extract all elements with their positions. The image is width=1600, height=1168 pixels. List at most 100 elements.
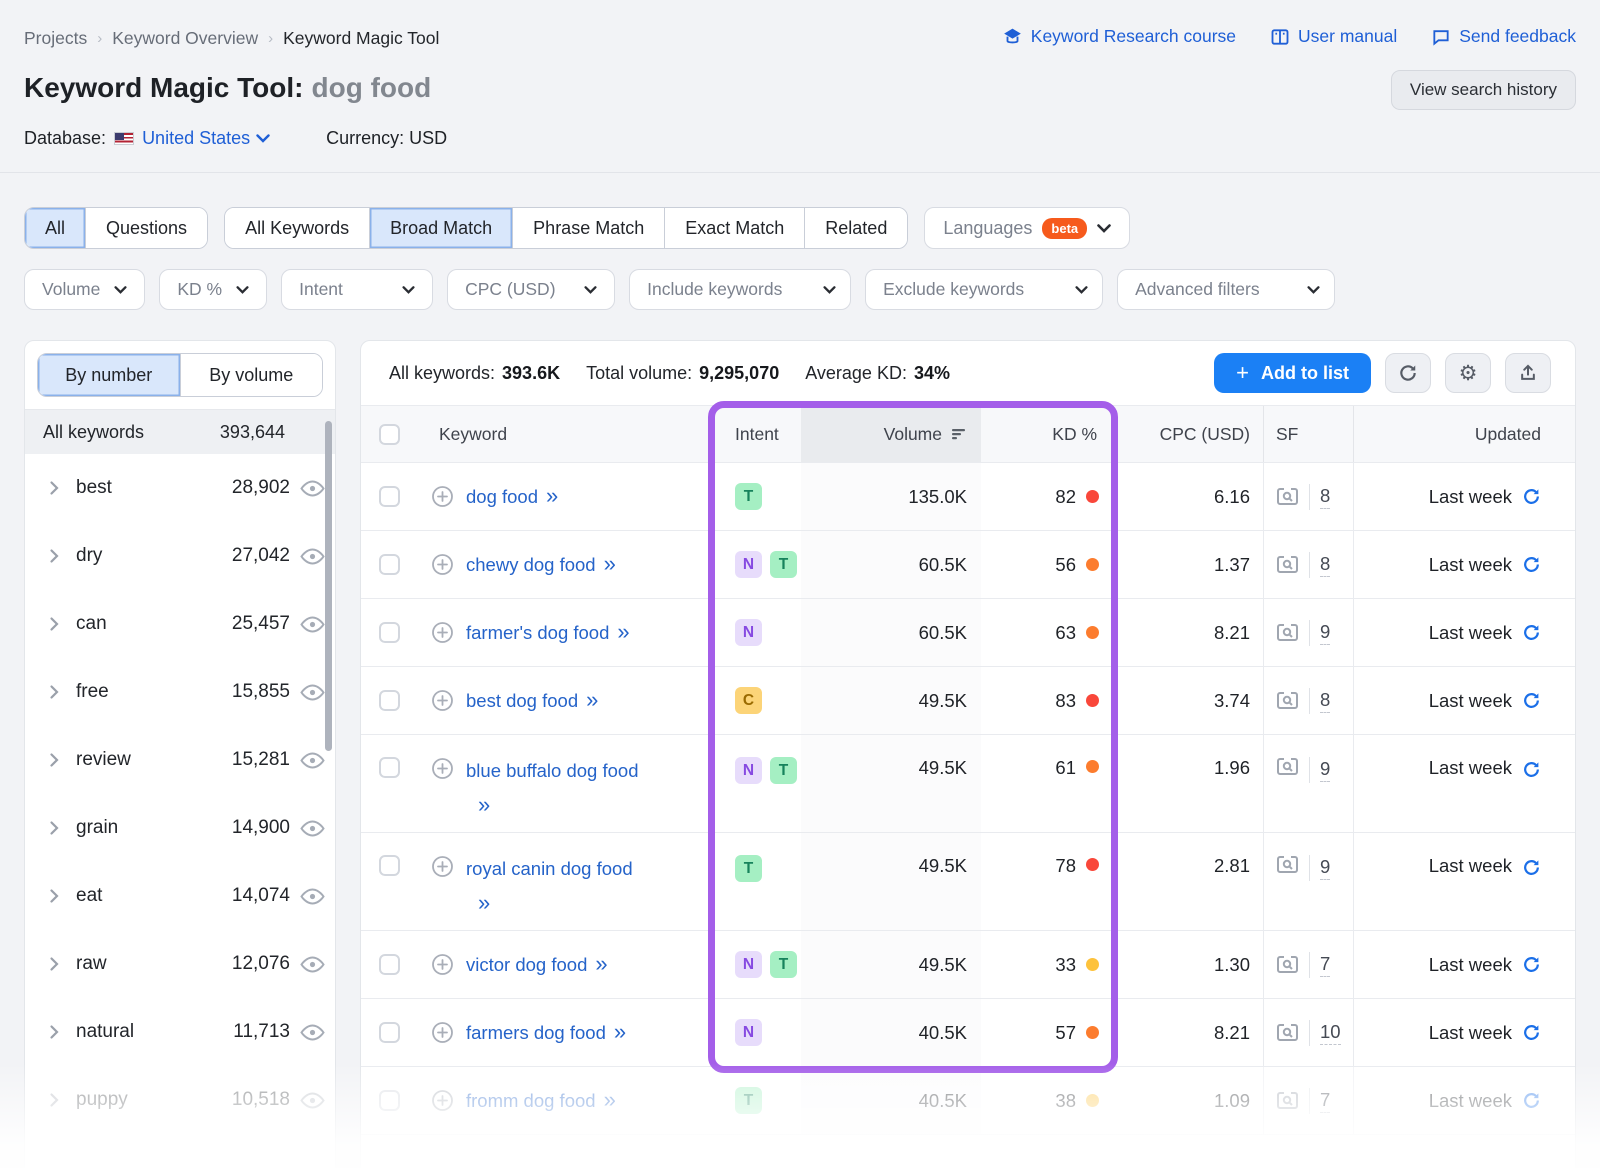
keyword-link[interactable]: best dog food — [466, 690, 578, 711]
serp-preview-icon[interactable] — [1276, 1023, 1299, 1042]
tab-questions[interactable]: Questions — [85, 208, 207, 248]
serp-features-count[interactable]: 8 — [1320, 688, 1330, 713]
chevron-right-icon[interactable] — [49, 684, 60, 700]
keyword-research-course-link[interactable]: Keyword Research course — [1002, 26, 1236, 47]
add-keyword-icon[interactable] — [431, 553, 454, 576]
keyword-link[interactable]: royal canin dog food — [466, 858, 633, 879]
sidebar-group-item[interactable]: best28,902 — [25, 454, 335, 522]
tab-related[interactable]: Related — [804, 208, 907, 248]
chevron-right-icon[interactable] — [49, 956, 60, 972]
row-checkbox[interactable] — [379, 554, 400, 575]
refresh-metrics-icon[interactable] — [1522, 487, 1541, 506]
serp-preview-icon[interactable] — [1276, 1091, 1299, 1110]
eye-icon[interactable] — [300, 480, 325, 497]
add-keyword-icon[interactable] — [431, 689, 454, 712]
row-checkbox[interactable] — [379, 757, 400, 778]
breadcrumb-projects[interactable]: Projects — [24, 28, 87, 49]
row-checkbox[interactable] — [379, 954, 400, 975]
row-checkbox[interactable] — [379, 690, 400, 711]
refresh-metrics-icon[interactable] — [1522, 955, 1541, 974]
keyword-link[interactable]: farmers dog food — [466, 1022, 606, 1043]
sidebar-group-item[interactable]: puppy10,518 — [25, 1066, 335, 1134]
serp-features-count[interactable]: 10 — [1320, 1020, 1341, 1045]
serp-features-count[interactable]: 8 — [1320, 484, 1330, 509]
tab-by-number[interactable]: By number — [38, 354, 180, 396]
serp-features-count[interactable]: 8 — [1320, 552, 1330, 577]
sidebar-scrollbar[interactable] — [325, 421, 332, 751]
serp-features-count[interactable]: 9 — [1320, 757, 1330, 782]
export-button[interactable] — [1505, 353, 1551, 393]
sidebar-group-item[interactable]: dry27,042 — [25, 522, 335, 590]
chevron-right-icon[interactable] — [49, 480, 60, 496]
refresh-metrics-icon[interactable] — [1522, 555, 1541, 574]
eye-icon[interactable] — [300, 616, 325, 633]
expand-keyword-icon[interactable]: » — [604, 1087, 616, 1112]
add-keyword-icon[interactable] — [431, 1089, 454, 1112]
sidebar-group-item[interactable]: can25,457 — [25, 590, 335, 658]
view-search-history-button[interactable]: View search history — [1391, 70, 1576, 110]
add-to-list-button[interactable]: + Add to list — [1214, 353, 1371, 393]
user-manual-link[interactable]: User manual — [1270, 26, 1397, 47]
tab-phrase-match[interactable]: Phrase Match — [512, 208, 664, 248]
filter-intent[interactable]: Intent — [281, 269, 433, 310]
keyword-link[interactable]: victor dog food — [466, 954, 587, 975]
sidebar-group-item[interactable]: natural11,713 — [25, 998, 335, 1066]
sidebar-group-item[interactable]: grain14,900 — [25, 794, 335, 862]
serp-preview-icon[interactable] — [1276, 955, 1299, 974]
settings-button[interactable]: ⚙ — [1445, 353, 1491, 393]
add-keyword-icon[interactable] — [431, 953, 454, 976]
filter-advanced[interactable]: Advanced filters — [1117, 269, 1335, 310]
serp-preview-icon[interactable] — [1276, 555, 1299, 574]
filter-exclude-keywords[interactable]: Exclude keywords — [865, 269, 1103, 310]
add-keyword-icon[interactable] — [431, 757, 454, 780]
row-checkbox[interactable] — [379, 855, 400, 876]
row-checkbox[interactable] — [379, 1022, 400, 1043]
sidebar-group-item[interactable]: review15,281 — [25, 726, 335, 794]
eye-icon[interactable] — [300, 548, 325, 565]
serp-preview-icon[interactable] — [1276, 487, 1299, 506]
keyword-link[interactable]: chewy dog food — [466, 554, 596, 575]
sort-descending-icon[interactable] — [952, 428, 967, 440]
add-keyword-icon[interactable] — [431, 621, 454, 644]
serp-features-count[interactable]: 9 — [1320, 855, 1330, 880]
expand-keyword-icon[interactable]: » — [614, 1019, 626, 1044]
tab-by-volume[interactable]: By volume — [180, 354, 323, 396]
keyword-link[interactable]: farmer's dog food — [466, 622, 609, 643]
eye-icon[interactable] — [300, 1024, 325, 1041]
languages-dropdown[interactable]: Languages beta — [924, 207, 1130, 249]
database-selector[interactable]: United States — [142, 128, 270, 149]
eye-icon[interactable] — [300, 684, 325, 701]
eye-icon[interactable] — [300, 956, 325, 973]
chevron-right-icon[interactable] — [49, 1024, 60, 1040]
keyword-link[interactable]: dog food — [466, 486, 538, 507]
select-all-checkbox[interactable] — [379, 424, 400, 445]
eye-icon[interactable] — [300, 888, 325, 905]
eye-icon[interactable] — [300, 820, 325, 837]
expand-keyword-icon[interactable]: » — [617, 619, 629, 644]
filter-kd[interactable]: KD % — [159, 269, 267, 310]
chevron-right-icon[interactable] — [49, 616, 60, 632]
tab-all-keywords[interactable]: All Keywords — [225, 208, 369, 248]
expand-keyword-icon[interactable]: » — [546, 483, 558, 508]
tab-all[interactable]: All — [25, 208, 85, 248]
breadcrumb-keyword-overview[interactable]: Keyword Overview — [112, 28, 258, 49]
serp-preview-icon[interactable] — [1276, 623, 1299, 642]
serp-preview-icon[interactable] — [1276, 691, 1299, 710]
column-updated[interactable]: Updated — [1475, 424, 1541, 445]
tab-exact-match[interactable]: Exact Match — [664, 208, 804, 248]
keyword-link[interactable]: fromm dog food — [466, 1090, 596, 1111]
chevron-right-icon[interactable] — [49, 548, 60, 564]
refresh-metrics-icon[interactable] — [1522, 1023, 1541, 1042]
add-keyword-icon[interactable] — [431, 485, 454, 508]
sidebar-all-keywords-row[interactable]: All keywords 393,644 — [25, 410, 335, 454]
sidebar-group-item[interactable]: free15,855 — [25, 658, 335, 726]
chevron-right-icon[interactable] — [49, 1092, 60, 1108]
filter-volume[interactable]: Volume — [24, 269, 145, 310]
chevron-right-icon[interactable] — [49, 752, 60, 768]
expand-keyword-icon[interactable]: » — [595, 951, 607, 976]
refresh-metrics-icon[interactable] — [1522, 858, 1541, 877]
eye-icon[interactable] — [300, 1092, 325, 1109]
expand-keyword-icon[interactable]: » — [478, 886, 633, 920]
chevron-right-icon[interactable] — [49, 820, 60, 836]
refresh-metrics-icon[interactable] — [1522, 691, 1541, 710]
